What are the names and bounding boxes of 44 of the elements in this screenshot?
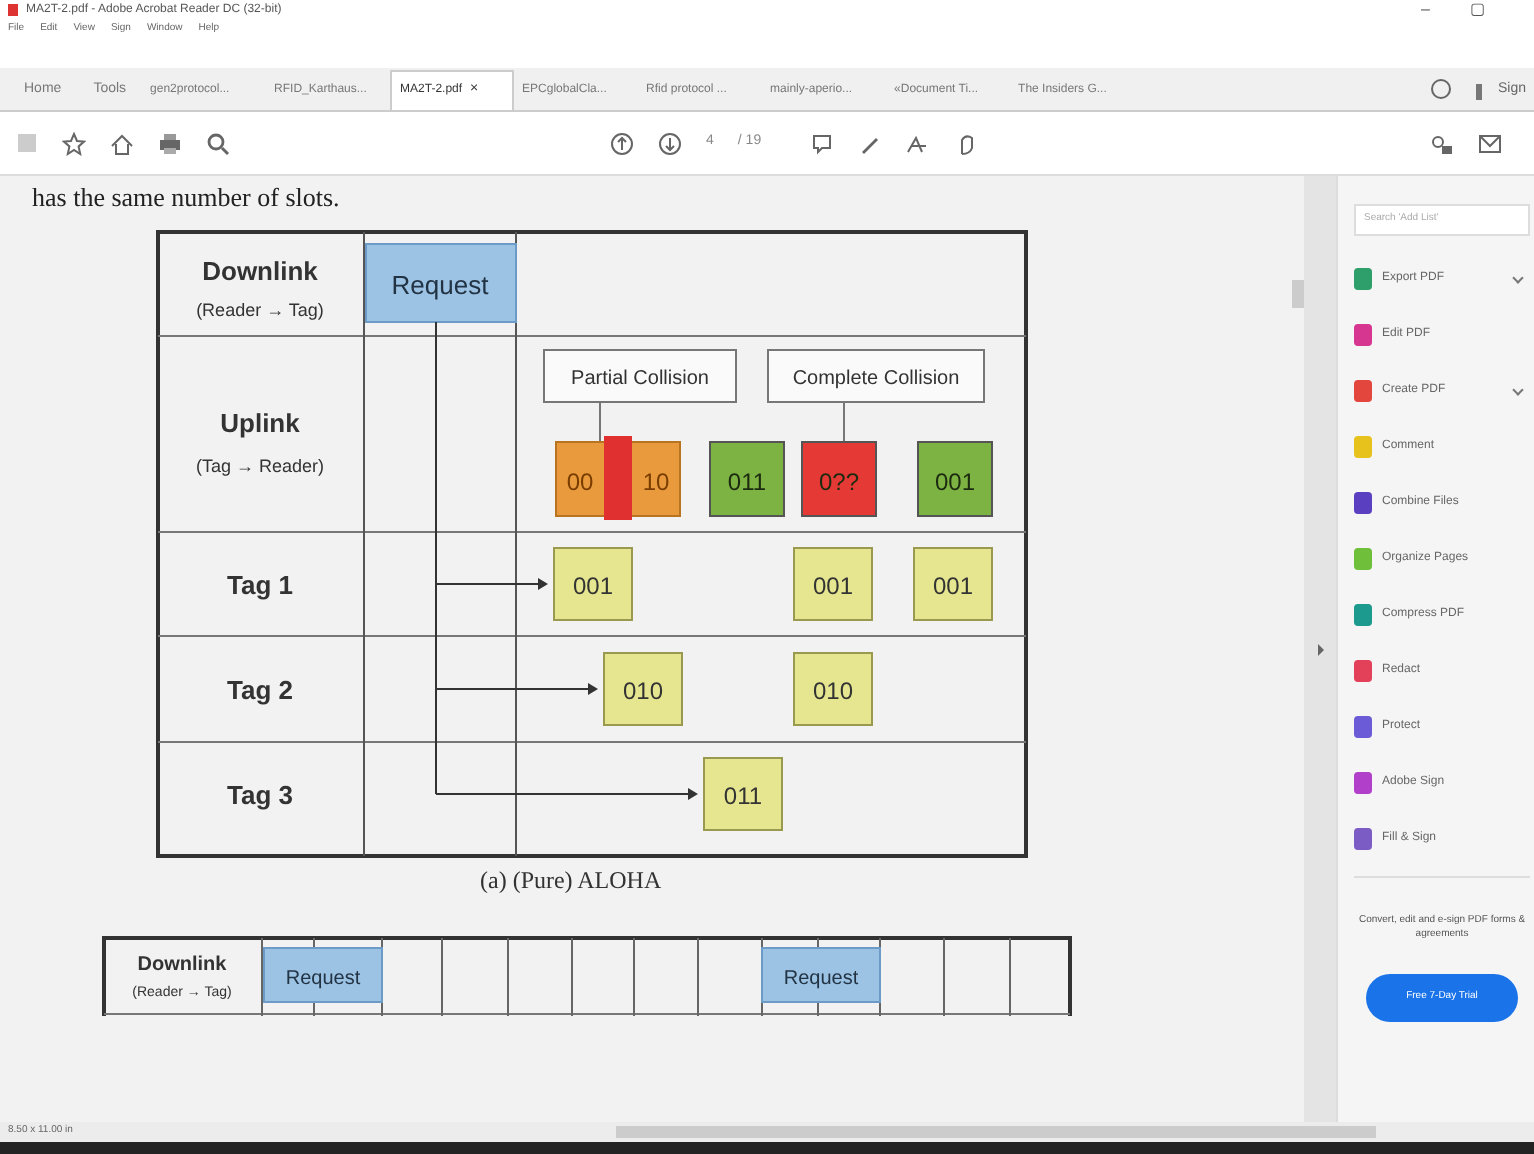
figure-caption: (a) (Pure) ALOHA xyxy=(480,868,664,892)
star-icon[interactable] xyxy=(62,131,86,155)
body-text: has the same number of slots. xyxy=(32,184,342,210)
row-sublabel: (Reader → Tag) xyxy=(196,300,324,320)
arrow-down-icon[interactable] xyxy=(658,131,682,155)
row-label: Tag 3 xyxy=(227,780,293,810)
collapse-arrow-icon[interactable] xyxy=(1317,643,1323,655)
tag-slot: 001 xyxy=(793,547,873,621)
uplink-slot: 001 xyxy=(917,441,993,517)
share-icon[interactable] xyxy=(1430,131,1454,155)
scrollbar-thumb[interactable] xyxy=(1292,280,1304,308)
request-box: Request xyxy=(365,243,517,323)
tag-slot: 011 xyxy=(703,757,783,831)
arrow-up-icon[interactable] xyxy=(610,131,634,155)
print-icon[interactable] xyxy=(158,131,182,155)
tag-slot: 001 xyxy=(913,547,993,621)
sidebar-toggle-icon[interactable] xyxy=(16,132,38,154)
tag-slot: 010 xyxy=(793,652,873,726)
tag-slot: 001 xyxy=(553,547,633,621)
uplink-slot: 0?? xyxy=(801,441,877,517)
row-label: Downlink xyxy=(202,256,318,286)
row-sublabel: (Tag → Reader) xyxy=(195,456,325,476)
request-box: Request xyxy=(761,947,881,1003)
collision-label: Partial Collision xyxy=(543,349,737,403)
expand-chevron-icon[interactable] xyxy=(1512,272,1524,284)
help-icon[interactable] xyxy=(1429,78,1452,100)
row-label: Downlink xyxy=(137,954,227,976)
row-label: Tag 1 xyxy=(227,570,293,600)
window-control-button[interactable]: – xyxy=(1421,2,1430,18)
partial-collision-slot: 00 10 xyxy=(555,436,681,520)
uplink-slot: 011 xyxy=(709,441,785,517)
row-label: Tag 2 xyxy=(227,675,293,705)
expand-chevron-icon[interactable] xyxy=(1512,384,1524,396)
window-control-button[interactable]: ▢ xyxy=(1470,2,1486,18)
signature-icon[interactable] xyxy=(905,131,930,155)
email-icon[interactable] xyxy=(1478,131,1502,155)
comment-icon[interactable] xyxy=(809,131,834,155)
row-label: Uplink xyxy=(220,408,300,438)
tag-slot: 010 xyxy=(603,652,683,726)
search-icon[interactable] xyxy=(206,131,230,155)
horizontal-scrollbar[interactable] xyxy=(616,1126,1377,1138)
request-box: Request xyxy=(263,947,383,1003)
app-icon xyxy=(8,4,18,16)
collision-label: Complete Collision xyxy=(767,349,985,403)
